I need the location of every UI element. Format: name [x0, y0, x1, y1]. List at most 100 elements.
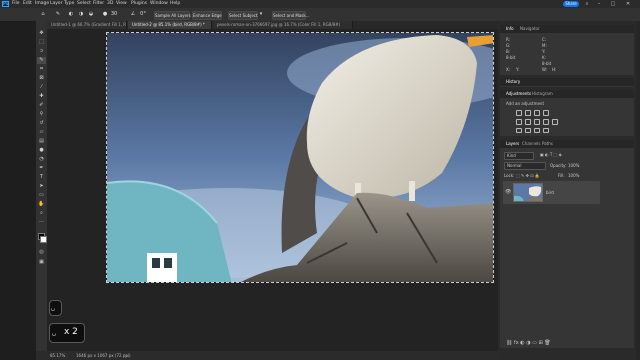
crop-tool-icon[interactable]: ⌗ [37, 66, 46, 73]
tab-paths[interactable]: Paths [542, 140, 553, 148]
layers-panel-body: Kind ▣ ◐ T ⬚ ◈ Normal Opacity: 100% Lock… [500, 148, 634, 348]
menu-view[interactable]: View [116, 1, 127, 6]
new-selection-icon[interactable]: ◐ [68, 11, 74, 17]
layers-panel-header: Layers Channels Paths [500, 140, 634, 148]
tab-channels[interactable]: Channels [522, 140, 541, 148]
chevron-down-icon[interactable]: ▾ [258, 11, 264, 17]
home-icon[interactable]: ⌂ [40, 11, 46, 17]
eyedropper-tool-icon[interactable]: ⁄ [37, 84, 46, 91]
invert-icon[interactable] [516, 128, 522, 133]
quick-mask-icon[interactable]: ◎ [37, 249, 46, 256]
tab-history[interactable]: History [506, 78, 520, 86]
close-icon[interactable]: ✕ [625, 1, 631, 7]
menu-edit[interactable]: Edit [23, 1, 32, 6]
layer-thumbnail-image [514, 184, 542, 201]
brush-preset-icon[interactable]: ● [102, 11, 108, 17]
menu-plugins[interactable]: Plugins [131, 1, 147, 6]
screen-mode-icon[interactable]: ▣ [37, 259, 46, 266]
path-selection-icon[interactable]: ➤ [37, 183, 46, 190]
lasso-tool-icon[interactable]: ↄ [37, 48, 46, 55]
keystroke-space-2: ␣ x 2 [49, 323, 85, 343]
color-balance-icon[interactable] [534, 119, 540, 125]
tab-info[interactable]: Info [506, 25, 514, 33]
exposure-icon[interactable] [543, 110, 549, 116]
opacity-value[interactable]: 100% [568, 163, 579, 168]
more-tools-icon[interactable]: ··· [37, 219, 46, 226]
history-brush-icon[interactable]: ↺ [37, 120, 46, 127]
zoom-level[interactable]: 85.17% [50, 351, 65, 360]
menu-file[interactable]: File [12, 1, 20, 6]
healing-brush-icon[interactable]: ✚ [37, 93, 46, 100]
filter-icons[interactable]: ▣ ◐ T ⬚ ◈ [540, 152, 562, 157]
enhance-edge-checkbox[interactable]: Enhance Edge [192, 11, 222, 20]
menu-filter[interactable]: Filter [93, 1, 104, 6]
blur-tool-icon[interactable]: ● [37, 147, 46, 154]
minimize-icon[interactable]: – [596, 1, 602, 7]
background-color-swatch[interactable] [40, 236, 47, 243]
lock-icons[interactable]: ⬚ ✎ ✥ ⊡ 🔒 [516, 173, 540, 178]
select-and-mask-button[interactable]: Select and Mask... [272, 11, 310, 20]
select-subject-button[interactable]: Select Subject [228, 11, 258, 20]
hue-saturation-icon[interactable] [525, 119, 531, 125]
brightness-contrast-icon[interactable] [516, 110, 522, 116]
document-image[interactable] [106, 32, 494, 283]
angle-value: 0° [140, 11, 146, 17]
eraser-tool-icon[interactable]: ▱ [37, 129, 46, 136]
photo-filter-icon[interactable] [552, 119, 558, 125]
history-panel-header: History [500, 78, 634, 86]
tab-adjustments[interactable]: Adjustments [506, 90, 531, 98]
hand-tool-icon[interactable]: ✋ [37, 201, 46, 208]
menu-select[interactable]: Select [77, 1, 91, 6]
brush-tool-icon[interactable]: ✐ [37, 102, 46, 109]
status-chevron-icon[interactable]: › [126, 351, 128, 360]
menu-help[interactable]: Help [170, 1, 180, 6]
brush-size-value[interactable]: 30 [110, 11, 118, 17]
threshold-icon[interactable] [534, 128, 540, 133]
rectangle-tool-icon[interactable]: ▭ [37, 192, 46, 199]
menu-type[interactable]: Type [64, 1, 74, 6]
share-button[interactable]: Share [563, 1, 579, 7]
history-panel-body [500, 86, 634, 87]
tab-pexels-photo[interactable]: pexels-roman-on-3766697.jpg @ 16.7% (Col… [213, 21, 353, 29]
blend-mode-select[interactable]: Normal [504, 162, 546, 170]
menu-image[interactable]: Image [35, 1, 49, 6]
marquee-tool-icon[interactable]: ⬚ [37, 39, 46, 46]
pen-tool-icon[interactable]: ✒ [37, 165, 46, 172]
clone-stamp-icon[interactable]: ⚲ [37, 111, 46, 118]
subtract-selection-icon[interactable]: ◒ [88, 11, 94, 17]
menu-3d[interactable]: 3D [107, 1, 113, 6]
quick-selection-tool-icon[interactable]: ✎ [37, 57, 46, 64]
search-icon[interactable]: ⌕ [584, 1, 590, 7]
type-tool-icon[interactable]: T [37, 174, 46, 181]
frame-tool-icon[interactable]: ⊠ [37, 75, 46, 82]
zoom-tool-icon[interactable]: ⌕ [37, 210, 46, 217]
add-selection-icon[interactable]: ◑ [78, 11, 84, 17]
tab-histogram[interactable]: Histogram [532, 90, 553, 98]
menu-window[interactable]: Window [150, 1, 168, 6]
visibility-eye-icon[interactable]: 👁 [505, 189, 511, 195]
menu-layer[interactable]: Layer [50, 1, 63, 6]
gradient-map-icon[interactable] [543, 128, 549, 133]
maximize-icon[interactable]: □ [610, 1, 616, 7]
gradient-tool-icon[interactable]: ▤ [37, 138, 46, 145]
posterize-icon[interactable] [525, 128, 531, 133]
sample-all-layers-checkbox[interactable]: Sample All Layers [154, 11, 191, 20]
levels-icon[interactable] [525, 110, 531, 116]
curves-icon[interactable] [534, 110, 540, 116]
dodge-tool-icon[interactable]: ◔ [37, 156, 46, 163]
fill-value[interactable]: 100% [568, 173, 579, 178]
black-white-icon[interactable] [543, 119, 549, 125]
document-tabs: Untitled-1 @ 66.7% (Gradient Fill 1, RGB… [47, 21, 498, 29]
layer-kind-filter[interactable]: Kind [504, 152, 534, 160]
move-tool-icon[interactable]: ✥ [37, 30, 46, 37]
tab-navigator[interactable]: Navigator [520, 25, 540, 33]
angle-icon[interactable]: ∠ [130, 11, 136, 17]
panel-scrollbar[interactable] [636, 21, 640, 360]
layers-footer-icons[interactable]: ⛓ fx ◐ ◑ ▭ ⊞ 🗑 [506, 340, 551, 346]
vibrance-icon[interactable] [516, 119, 522, 125]
tab-untitled-2[interactable]: Untitled-2 @ 85.1% (bird, RGB/8#) * [128, 21, 212, 29]
layer-name[interactable]: bird [546, 190, 554, 195]
tab-layers[interactable]: Layers [506, 140, 519, 148]
tab-untitled-1[interactable]: Untitled-1 @ 66.7% (Gradient Fill 1, RGB… [47, 21, 127, 29]
quick-select-tool-icon[interactable]: ✎ [55, 11, 61, 17]
